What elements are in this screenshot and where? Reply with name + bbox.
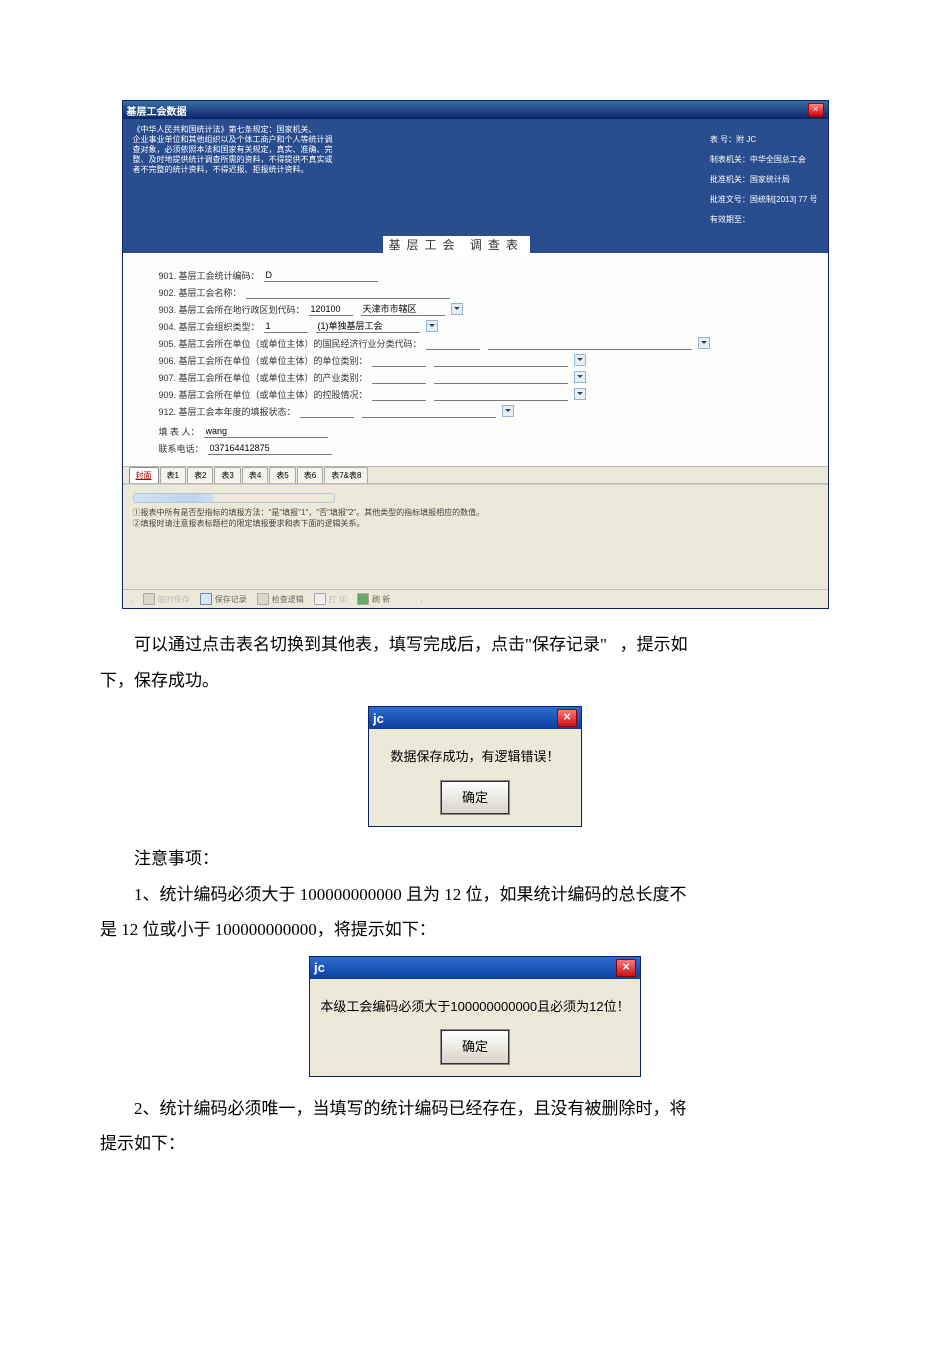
phone-input[interactable] xyxy=(208,442,332,455)
close-icon[interactable]: × xyxy=(557,709,577,727)
tab-4[interactable]: 表4 xyxy=(242,467,268,483)
dropdown-icon[interactable] xyxy=(426,320,438,332)
field-904-label: 904. 基层工会组织类型： xyxy=(159,320,260,333)
field-903-name-input[interactable] xyxy=(361,303,445,316)
print-button: 打 印 xyxy=(314,593,347,605)
dropdown-icon[interactable] xyxy=(502,405,514,417)
dropdown-icon[interactable] xyxy=(574,354,586,366)
field-906-input-a[interactable] xyxy=(372,354,426,367)
field-904-text-input[interactable] xyxy=(316,320,420,333)
field-901-label: 901. 基层工会统计编码： xyxy=(159,269,260,282)
meta-line: 制表机关：中华全国总工会 xyxy=(710,155,818,165)
body-text: 可以通过点击表名切换到其他表，填写完成后，点击"保存记录" ，提示如 下，保存成… xyxy=(100,627,850,1162)
close-icon[interactable]: × xyxy=(616,959,636,977)
body-p2: 下，保存成功。 xyxy=(100,663,850,699)
form-meta: 表 号：附 JC 制表机关：中华全国总工会 批准机关：国家统计局 批准文号：国统… xyxy=(710,125,818,235)
dropdown-icon[interactable] xyxy=(698,337,710,349)
tab-7-8[interactable]: 表7&表8 xyxy=(324,467,368,483)
note1-line2: 是 12 位或小于 100000000000，将提示如下： xyxy=(100,912,850,948)
dialog-title: jc xyxy=(314,954,325,981)
notice-heading: 注意事项： xyxy=(100,841,850,877)
tabbar: 封面 表1 表2 表3 表4 表5 表6 表7&表8 xyxy=(123,466,828,484)
field-907-label: 907. 基层工会所在单位（或单位主体）的产业类别： xyxy=(159,371,368,384)
titlebar: 基层工会数据 × xyxy=(123,101,828,119)
note-line-2: ②填报时请注意报表标题栏的限定填报要求和表下面的逻辑关系。 xyxy=(133,518,818,529)
dialog-message: 本级工会编码必须大于100000000000且必须为12位！ xyxy=(318,993,632,1020)
body-p1b: ，提示如 xyxy=(620,635,688,654)
horizontal-scrollbar[interactable] xyxy=(133,493,335,503)
floppy-icon xyxy=(143,593,155,605)
ok-button[interactable]: 确定 xyxy=(441,1030,509,1063)
field-905-input-a[interactable] xyxy=(426,337,480,350)
magnifier-icon xyxy=(257,593,269,605)
field-906-label: 906. 基层工会所在单位（或单位主体）的单位类别： xyxy=(159,354,368,367)
refresh-button[interactable]: 刷 新 xyxy=(357,593,390,605)
body-p1a: 可以通过点击表名切换到其他表，填写完成后，点击"保存记录" xyxy=(134,635,607,654)
field-909-input-a[interactable] xyxy=(372,388,426,401)
field-902-label: 902. 基层工会名称： xyxy=(159,286,242,299)
meta-line: 批准机关：国家统计局 xyxy=(710,175,818,185)
tab-cover[interactable]: 封面 xyxy=(129,467,159,483)
dialog-message: 数据保存成功，有逻辑错误！ xyxy=(377,743,573,770)
app-window: 基层工会数据 × 《中华人民共和国统计法》第七条规定：国家机关、 企业事业单位和… xyxy=(122,100,829,609)
tab-5[interactable]: 表5 xyxy=(269,467,295,483)
dropdown-icon[interactable] xyxy=(451,303,463,315)
field-905-label: 905. 基层工会所在单位（或单位主体）的国民经济行业分类代码： xyxy=(159,337,422,350)
check-button[interactable]: 检查逻辑 xyxy=(257,593,304,605)
tab-3[interactable]: 表3 xyxy=(214,467,240,483)
statusbar: . 临时保存 保存记录 检查逻辑 打 印 刷 新 . xyxy=(123,589,828,608)
filler-input[interactable] xyxy=(204,425,328,438)
field-904-code-input[interactable] xyxy=(264,320,308,333)
filler-label: 填 表 人： xyxy=(159,425,200,438)
note-line-1: ①报表中所有是否型指标的填报方法："是"填报"1"，"否"填报"2"。其他类型的… xyxy=(133,507,818,518)
field-912-input-a[interactable] xyxy=(300,405,354,418)
dialog-title: jc xyxy=(373,705,384,732)
note1-line1: 1、统计编码必须大于 100000000000 且为 12 位，如果统计编码的总… xyxy=(100,877,850,913)
dropdown-icon[interactable] xyxy=(574,388,586,400)
refresh-icon xyxy=(357,593,369,605)
field-905-input-b[interactable] xyxy=(488,337,692,350)
ok-button[interactable]: 确定 xyxy=(441,781,509,814)
dropdown-icon[interactable] xyxy=(574,371,586,383)
cut-title: 基层工会 调查表 xyxy=(383,236,530,255)
meta-line: 表 号：附 JC xyxy=(710,135,818,145)
close-icon[interactable]: × xyxy=(808,103,824,117)
field-909-label: 909. 基层工会所在单位（或单位主体）的控股情况： xyxy=(159,388,368,401)
field-906-input-b[interactable] xyxy=(434,354,568,367)
field-903-code-input[interactable] xyxy=(309,303,353,316)
header-band: 《中华人民共和国统计法》第七条规定：国家机关、 企业事业单位和其他组织以及个体工… xyxy=(123,119,828,253)
note2-line2: 提示如下： xyxy=(100,1126,850,1162)
floppy-icon xyxy=(200,593,212,605)
save-button[interactable]: 保存记录 xyxy=(200,593,247,605)
tab-1[interactable]: 表1 xyxy=(160,467,186,483)
field-909-input-b[interactable] xyxy=(434,388,568,401)
field-901-input[interactable] xyxy=(264,269,378,282)
law-text: 《中华人民共和国统计法》第七条规定：国家机关、 企业事业单位和其他组织以及个体工… xyxy=(133,125,353,235)
dialog-save-success: jc × 数据保存成功，有逻辑错误！ 确定 xyxy=(368,706,582,827)
field-907-input-a[interactable] xyxy=(372,371,426,384)
printer-icon xyxy=(314,593,326,605)
phone-label: 联系电话： xyxy=(159,442,204,455)
tab-6[interactable]: 表6 xyxy=(297,467,323,483)
meta-line: 有效期至： xyxy=(710,215,818,225)
tab-2[interactable]: 表2 xyxy=(187,467,213,483)
field-912-input-b[interactable] xyxy=(362,405,496,418)
meta-line: 批准文号：国统制[2013] 77 号 xyxy=(710,195,818,205)
field-907-input-b[interactable] xyxy=(434,371,568,384)
note2-line1: 2、统计编码必须唯一，当填写的统计编码已经存在，且没有被删除时，将 xyxy=(100,1091,850,1127)
tempsave-button: 临时保存 xyxy=(143,593,190,605)
field-903-label: 903. 基层工会所在地行政区划代码： xyxy=(159,303,305,316)
dialog-code-length: jc × 本级工会编码必须大于100000000000且必须为12位！ 确定 xyxy=(309,956,641,1077)
notes-area: ①报表中所有是否型指标的填报方法："是"填报"1"，"否"填报"2"。其他类型的… xyxy=(123,484,828,589)
field-912-label: 912. 基层工会本年度的填报状态： xyxy=(159,405,296,418)
window-title: 基层工会数据 xyxy=(127,103,187,118)
form-area: 901. 基层工会统计编码： 902. 基层工会名称： 903. 基层工会所在地… xyxy=(123,253,828,466)
field-902-input[interactable] xyxy=(246,286,450,299)
